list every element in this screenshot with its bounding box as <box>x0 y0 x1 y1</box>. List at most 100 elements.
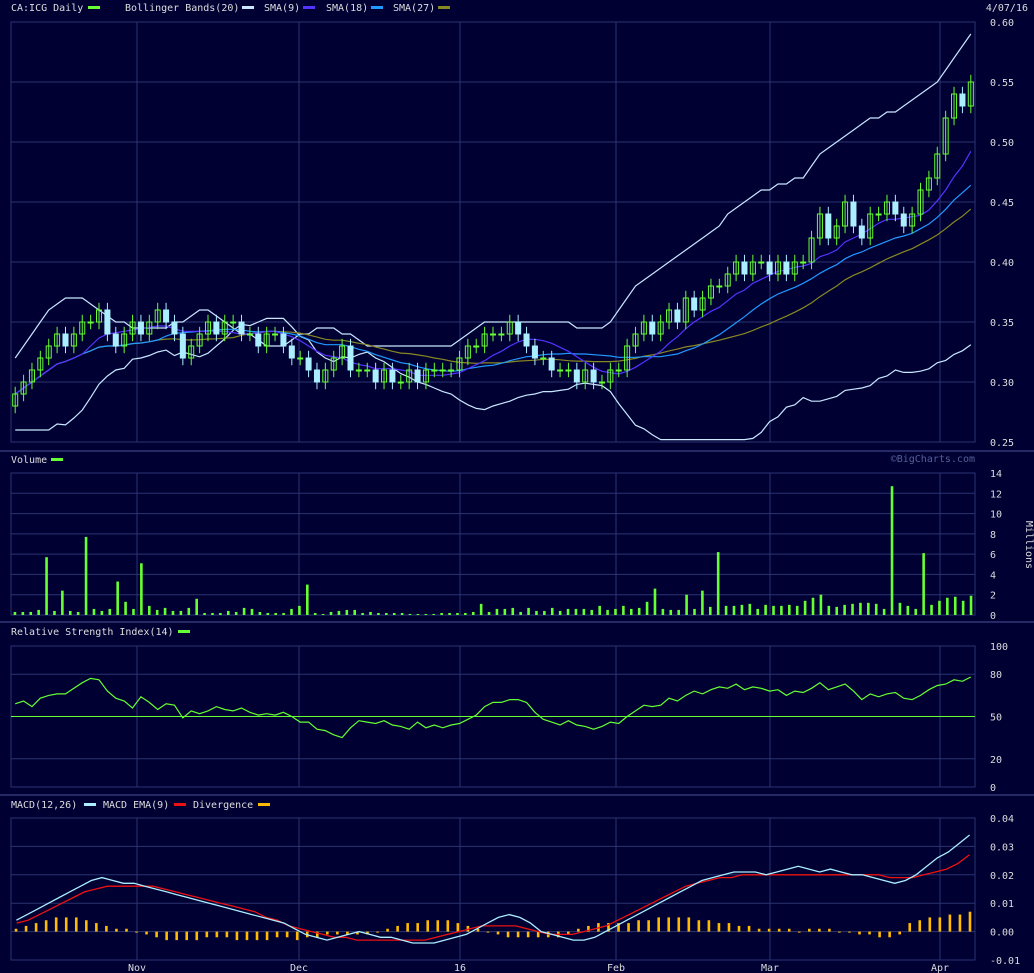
candle-body <box>523 333 530 347</box>
volume-bar <box>835 606 839 615</box>
volume-tick-label: 12 <box>990 489 1002 500</box>
symbol-label: CA:ICG Daily <box>11 3 83 14</box>
volume-bar <box>827 605 831 615</box>
date-label: 4/07/16 <box>986 3 1028 14</box>
volume-bar <box>250 608 254 615</box>
rsi-tick-label: 50 <box>990 713 1002 724</box>
divergence-bar <box>727 923 731 932</box>
candle-body <box>515 321 522 335</box>
macd-tick-label: 0.01 <box>990 899 1014 910</box>
candle-body <box>691 297 698 311</box>
volume-bar <box>716 552 720 615</box>
volume-bar <box>440 612 443 615</box>
divergence-bar <box>195 931 199 941</box>
divergence-bar <box>24 925 28 932</box>
divergence-bar <box>928 917 932 932</box>
volume-tick-label: 2 <box>990 591 996 602</box>
volume-bar <box>274 612 278 615</box>
candle-body <box>431 369 438 372</box>
divergence-bar <box>95 923 98 932</box>
divergence-bar <box>245 931 249 941</box>
candle-body <box>741 261 748 275</box>
volume-bar <box>661 608 665 615</box>
volume-bar <box>780 605 783 615</box>
candle-body <box>573 369 580 383</box>
candle-body <box>766 261 773 275</box>
price-tick-label: 0.60 <box>990 18 1014 29</box>
divergence-bar <box>155 931 158 938</box>
candle-body <box>531 345 538 359</box>
macd-ema-swatch <box>174 803 186 806</box>
volume-bar <box>764 604 767 615</box>
candle-body <box>875 213 882 216</box>
legend-sma9-swatch <box>303 6 315 9</box>
divergence-bar <box>627 923 630 932</box>
candle-body <box>858 225 865 239</box>
divergence-bar <box>225 931 229 938</box>
volume-bar <box>448 612 451 615</box>
volume-tick-label: 0 <box>990 611 996 622</box>
divergence-bar <box>74 917 78 932</box>
divergence-bar <box>808 928 811 932</box>
volume-bar <box>124 601 127 615</box>
volume-bar <box>756 608 760 615</box>
rsi-tick-label: 0 <box>990 783 996 794</box>
volume-bar <box>337 610 341 615</box>
divergence-bar <box>105 925 108 932</box>
volume-bar <box>922 553 925 615</box>
volume-bar <box>953 596 957 615</box>
divergence-bar <box>878 931 881 938</box>
candle-body <box>389 369 396 383</box>
volume-bar <box>645 601 649 615</box>
candle-body <box>104 309 111 335</box>
volume-bar <box>629 608 633 615</box>
volume-bar <box>68 610 72 615</box>
candle-body <box>825 213 832 239</box>
candle-body <box>288 345 295 359</box>
volume-bar <box>874 603 878 615</box>
volume-bar <box>590 609 594 615</box>
candle-body <box>783 261 790 275</box>
volume-bar <box>479 603 483 615</box>
divergence-bar <box>205 931 209 938</box>
volume-bar <box>432 613 436 615</box>
divergence-bar <box>918 920 922 932</box>
divergence-bar <box>908 923 912 932</box>
volume-swatch <box>51 458 63 461</box>
volume-bar <box>495 608 499 615</box>
chart-background <box>0 0 1034 973</box>
volume-bar <box>938 600 941 615</box>
volume-bar <box>882 608 886 615</box>
volume-bar <box>211 612 214 615</box>
candle-body <box>758 261 765 264</box>
divergence-bar <box>44 920 48 932</box>
volume-bar <box>424 613 428 615</box>
volume-tick-label: 8 <box>990 530 996 541</box>
x-axis-label: Dec <box>290 963 308 973</box>
divergence-bar <box>275 931 279 938</box>
divergence-bar <box>336 931 339 935</box>
divergence-bar <box>838 931 841 933</box>
candle-body <box>473 345 480 348</box>
divergence-bar <box>326 931 329 935</box>
volume-bar <box>946 597 949 615</box>
divergence-bar <box>215 931 219 938</box>
divergence-bar <box>848 931 851 933</box>
candle-body <box>305 357 312 371</box>
volume-bar <box>187 607 191 615</box>
volume-bar <box>724 605 728 615</box>
candle-body <box>959 93 966 107</box>
divergence-bar <box>667 917 671 932</box>
macd-swatch <box>84 803 96 806</box>
volume-bar <box>37 609 40 615</box>
volume-bar <box>226 610 230 615</box>
volume-bar <box>527 607 530 615</box>
candle-body <box>137 321 144 335</box>
volume-bar <box>345 609 349 615</box>
volume-bar <box>859 602 862 615</box>
volume-bar <box>867 602 870 615</box>
divergence-bar <box>526 931 530 938</box>
candle-body <box>255 333 262 347</box>
divergence-bar <box>868 931 871 935</box>
volume-bar <box>179 610 183 615</box>
